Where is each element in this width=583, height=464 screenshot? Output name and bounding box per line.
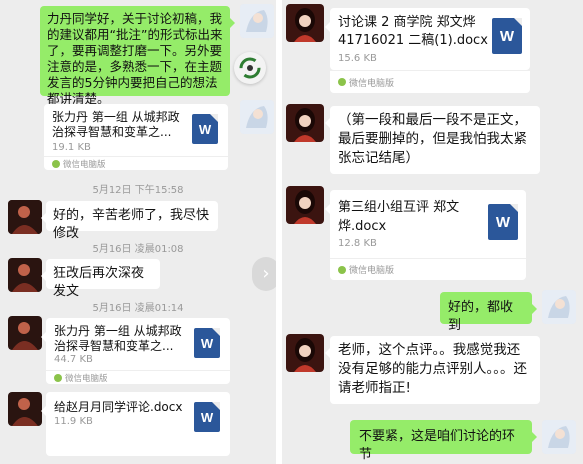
word-doc-icon: W [488,204,518,240]
contact-avatar[interactable] [286,186,324,224]
file-source: 微信电脑版 [54,372,108,384]
avatar-illustration-icon [286,4,324,42]
timestamp: 5月16日 凌晨01:08 [92,244,184,255]
next-arrow-button[interactable]: › [252,257,276,291]
word-doc-icon: W [194,402,220,432]
file-size: 15.6 KB [338,53,377,64]
message-text: 老师，这个点评。。我感觉我还没有足够的能力点评别人。。。还请老师指正! [338,342,527,396]
file-source: 微信电脑版 [52,158,106,170]
file-message-card[interactable]: 张力丹 第一组 从城邦政治探寻智慧和变革之... 44.7 KB W 微信电脑版 [41,318,230,384]
message-text: （第一段和最后一段不是正文，最后要删掉的，但是我怕我太紧张忘记结尾） [338,112,527,166]
file-size: 12.8 KB [338,238,377,249]
message-bubble-incoming[interactable]: 老师，这个点评。。我感觉我还没有足够的能力点评别人。。。还请老师指正! [325,336,540,404]
chat-panel-right: 讨论课 2 商学院 郑文烨 41716021 二稿(1).docx 15.6 K… [282,0,583,464]
contact-avatar[interactable] [286,104,324,142]
avatar-illustration-icon [240,4,274,38]
file-name: 讨论课 2 商学院 郑文烨 41716021 二稿(1).docx [338,15,488,48]
avatar-illustration-icon [286,186,324,224]
floating-app-badge[interactable] [234,52,266,84]
message-bubble-incoming[interactable]: 好的，辛苦老师了，我尽快修改 [41,201,218,241]
self-avatar[interactable] [240,100,274,134]
file-message-card[interactable]: 讨论课 2 商学院 郑文烨 41716021 二稿(1).docx 15.6 K… [325,8,530,70]
message-bubble-outgoing[interactable]: 力丹同学好，关于讨论初稿，我的建议都用“批注”的形式标出来了，要再调整打磨一下。… [40,6,235,106]
file-name: 张力丹 第一组 从城邦政治探寻智慧和变革之... [52,110,180,139]
message-text: 力丹同学好，关于讨论初稿，我的建议都用“批注”的形式标出来了，要再调整打磨一下。… [47,11,223,106]
wechat-mini-icon [338,265,346,274]
chat-panel-left: 力丹同学好，关于讨论初稿，我的建议都用“批注”的形式标出来了，要再调整打磨一下。… [0,0,276,464]
timestamp: 5月16日 凌晨01:14 [92,303,184,314]
file-message-card[interactable]: 第三组小组互评 郑文烨.docx 12.8 KB W 微信电脑版 [325,190,526,280]
file-source: 微信电脑版 [330,70,530,93]
file-source: 微信电脑版 [338,263,394,276]
file-size: 11.9 KB [54,416,93,427]
avatar-illustration-icon [542,420,576,454]
message-text: 好的，辛苦老师了，我尽快修改 [53,208,210,241]
message-text: 不要紧，这是咱们讨论的环节 [359,429,516,462]
file-name: 给赵月月同学评论.docx [54,400,183,414]
file-size: 44.7 KB [54,354,93,365]
file-message-card[interactable]: 给赵月月同学评论.docx 11.9 KB W [41,392,230,456]
wechat-mini-icon [338,78,346,86]
message-bubble-outgoing[interactable]: 好的，都收到 [440,292,537,333]
avatar-illustration-icon [542,290,576,324]
self-avatar[interactable] [542,290,576,324]
self-avatar[interactable] [240,4,274,38]
word-doc-icon: W [194,328,220,358]
app-logo-icon [239,57,261,79]
avatar-illustration-icon [286,334,324,372]
message-bubble-incoming[interactable]: 狂改后再次深夜发文 [41,259,160,299]
file-name: 张力丹 第一组 从城邦政治探寻智慧和变革之... [54,324,182,353]
word-doc-icon: W [492,18,522,54]
timestamp: 5月12日 下午15:58 [92,185,184,196]
wechat-mini-icon [54,373,62,382]
self-avatar[interactable] [542,420,576,454]
message-text: 好的，都收到 [448,300,514,333]
message-bubble-outgoing[interactable]: 不要紧，这是咱们讨论的环节 [350,420,537,462]
message-bubble-incoming[interactable]: （第一段和最后一段不是正文，最后要删掉的，但是我怕我太紧张忘记结尾） [325,106,540,174]
file-size: 19.1 KB [52,142,91,153]
avatar-illustration-icon [240,100,274,134]
contact-avatar[interactable] [286,334,324,372]
message-text: 狂改后再次深夜发文 [53,266,145,299]
file-message-card[interactable]: 张力丹 第一组 从城邦政治探寻智慧和变革之... 19.1 KB W 微信电脑版 [44,104,228,170]
file-name: 第三组小组互评 郑文烨.docx [338,200,460,234]
avatar-illustration-icon [286,104,324,142]
wechat-mini-icon [52,159,60,168]
contact-avatar[interactable] [286,4,324,42]
word-doc-icon: W [192,114,218,144]
